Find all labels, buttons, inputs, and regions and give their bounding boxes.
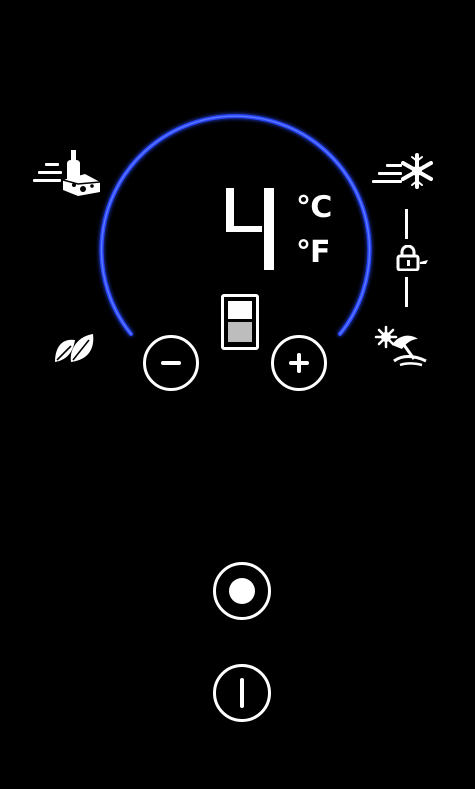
select-button[interactable] (213, 562, 271, 620)
bottle-cheese-fast-cool-icon[interactable] (33, 150, 103, 196)
fast-freeze-snowflake-icon[interactable] (372, 152, 436, 190)
control-panel-screen: 4 ℃ °F (0, 0, 475, 789)
power-button[interactable] (213, 664, 271, 722)
holiday-beach-icon[interactable] (374, 325, 430, 367)
lock-divider-top (405, 209, 408, 239)
minus-button[interactable] (143, 335, 199, 391)
unit-fahrenheit[interactable]: °F (296, 238, 330, 268)
child-lock-icon[interactable] (396, 245, 430, 271)
door-compartment-icon[interactable] (221, 294, 259, 350)
compartment-lower (228, 322, 252, 342)
plus-button[interactable] (271, 335, 327, 391)
compartment-upper (228, 301, 252, 319)
eco-leaf-icon[interactable] (53, 332, 95, 364)
lock-divider-bottom (405, 277, 408, 307)
power-icon (240, 678, 244, 708)
unit-celsius[interactable]: ℃ (296, 193, 332, 223)
select-dot-icon (229, 578, 255, 604)
temperature-digit (226, 188, 274, 270)
